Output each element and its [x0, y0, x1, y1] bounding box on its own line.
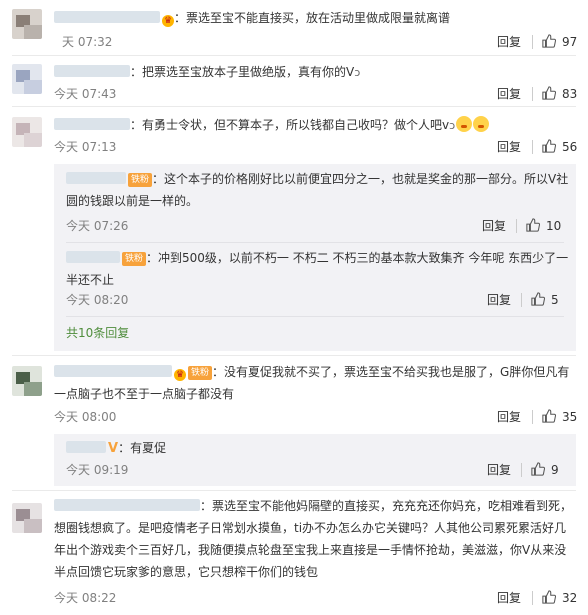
- username[interactable]: [54, 11, 160, 23]
- reply-list: V：有夏促 今天 09:19 回复 9: [54, 434, 576, 486]
- comment-text: ：没有夏促我就不买了，票选至宝不给买我也是服了，G胖你但凡有: [212, 365, 570, 379]
- like-button[interactable]: 9: [531, 462, 559, 478]
- reply-text: ：这个本子的价格刚好比以前便宜四分之一，也就是奖金的那一部分。所以V社: [152, 172, 569, 186]
- username[interactable]: [66, 441, 106, 453]
- comment-text: 半点回馈它玩家爹的意思，它只想榨干你们的钱包: [54, 565, 319, 579]
- comment-time: 今天 08:22: [54, 591, 117, 605]
- divider: [532, 410, 533, 424]
- divider: [532, 35, 533, 49]
- divider: [516, 219, 517, 233]
- like-button[interactable]: 83: [542, 86, 577, 102]
- reply-button[interactable]: 回复: [487, 462, 511, 478]
- divider: [532, 140, 533, 154]
- reply-button[interactable]: 回复: [497, 139, 521, 155]
- reply-button[interactable]: 回复: [497, 34, 521, 50]
- reply-button[interactable]: 回复: [497, 86, 521, 102]
- divider: [66, 316, 564, 317]
- like-button[interactable]: 35: [542, 409, 577, 425]
- reply-list: 铁粉 ：这个本子的价格刚好比以前便宜四分之一，也就是奖金的那一部分。所以V社 圆的…: [54, 164, 576, 351]
- reply-text: ：有夏促: [118, 441, 167, 455]
- thumb-up-icon: [542, 34, 556, 48]
- comment-text: ：票选至宝不能直接买，放在活动里做成限量就离谱: [174, 11, 451, 25]
- thumb-up-icon: [526, 218, 540, 232]
- username[interactable]: [66, 251, 120, 263]
- comment-item: ：把票选至宝放本子里做绝版，真有你的Vↄ 今天 07:43 回复 83: [0, 56, 588, 107]
- username[interactable]: [54, 65, 130, 77]
- crown-icon: ♛: [174, 369, 186, 381]
- avatar[interactable]: [12, 503, 42, 533]
- comment-text: 想圈钱想疯了。是吧疫情老子日常划水摸鱼，ti办不办怎么办它关键吗？人其他公司累死…: [54, 521, 567, 535]
- thumb-up-icon: [542, 139, 556, 153]
- emoji-icon: [456, 116, 473, 132]
- reply-time: 今天 08:20: [66, 293, 129, 307]
- like-count: 5: [551, 293, 559, 307]
- divider: [521, 463, 522, 477]
- more-replies-link[interactable]: 共10条回复: [66, 325, 129, 341]
- reply-button[interactable]: 回复: [497, 590, 521, 606]
- crown-icon: ♛: [162, 15, 174, 27]
- thumb-up-icon: [542, 590, 556, 604]
- avatar[interactable]: [12, 117, 42, 147]
- reply-time: 今天 09:19: [66, 463, 129, 477]
- like-count: 56: [562, 140, 578, 154]
- like-count: 10: [546, 219, 562, 233]
- reply-button[interactable]: 回复: [497, 409, 521, 425]
- comment-item: ：票选至宝不能他妈隔壁的直接买，充充充还你妈充，吃相难看到死， 想圈钱想疯了。是…: [0, 491, 588, 615]
- like-button[interactable]: 10: [526, 218, 561, 234]
- v-verified-icon: V: [108, 441, 119, 456]
- thumb-up-icon: [531, 292, 545, 306]
- reply-button[interactable]: 回复: [487, 292, 511, 308]
- reply-time: 今天 07:26: [66, 219, 129, 233]
- like-count: 35: [562, 410, 578, 424]
- username[interactable]: [54, 365, 172, 377]
- like-count: 32: [562, 591, 578, 605]
- reply-text: 半还不止: [66, 273, 115, 287]
- reply-text: ：冲到500级，以前不朽一 不朽二 不朽三的基本款大致集齐 今年呢 东西少了一: [146, 251, 569, 265]
- comment-text: 一点脑子也不至于一点脑子都没有: [54, 387, 235, 401]
- avatar[interactable]: [12, 366, 42, 396]
- divider: [66, 242, 564, 243]
- like-button[interactable]: 5: [531, 292, 559, 308]
- fan-badge: 铁粉: [128, 173, 153, 187]
- comment-item: ：有勇士令状，但不算本子，所以钱都自己收吗？做个人吧vↄ 今天 07:13 回复…: [0, 107, 588, 356]
- comment-text: 年出个游戏卖个三百好几，我随便摸点轮盘至宝我上来直接是一手情怀抢劫，美滋滋，你V…: [54, 543, 567, 557]
- username[interactable]: [54, 499, 200, 511]
- thumb-up-icon: [542, 409, 556, 423]
- comment-time: 今天 08:00: [54, 410, 117, 424]
- reply-text: 圆的钱跟以前是一样的。: [66, 194, 199, 208]
- comment-time: 今天 07:13: [54, 140, 117, 154]
- thumb-up-icon: [531, 462, 545, 476]
- comment-text: ：有勇士令状，但不算本子，所以钱都自己收吗？做个人吧v: [130, 118, 450, 132]
- like-button[interactable]: 32: [542, 590, 577, 606]
- fan-badge: 铁粉: [122, 252, 147, 266]
- avatar[interactable]: [12, 9, 42, 39]
- username[interactable]: [54, 118, 130, 130]
- avatar[interactable]: [12, 64, 42, 94]
- emoji-icon: ↄ: [449, 119, 456, 132]
- like-count: 83: [562, 87, 578, 101]
- fan-badge: 铁粉: [188, 366, 213, 380]
- emoji-icon: ↄ: [354, 66, 361, 79]
- divider: [521, 293, 522, 307]
- like-button[interactable]: 56: [542, 139, 577, 155]
- comment-text: ：把票选至宝放本子里做绝版，真有你的V: [130, 65, 355, 79]
- comment-item: ♛ 铁粉 ：没有夏促我就不买了，票选至宝不给买我也是服了，G胖你但凡有 一点脑子也不…: [0, 356, 588, 491]
- thumb-up-icon: [542, 86, 556, 100]
- comment-text: ：票选至宝不能他妈隔壁的直接买，充充充还你妈充，吃相难看到死，: [200, 499, 573, 513]
- like-button[interactable]: 97: [542, 34, 577, 50]
- comment-time: 天 07:32: [62, 35, 113, 49]
- like-count: 9: [551, 463, 559, 477]
- emoji-icon: [473, 116, 490, 132]
- divider: [532, 591, 533, 605]
- comment-time: 今天 07:43: [54, 87, 117, 101]
- like-count: 97: [562, 35, 578, 49]
- reply-button[interactable]: 回复: [482, 218, 506, 234]
- username[interactable]: [66, 172, 126, 184]
- divider: [532, 87, 533, 101]
- comment-item: ♛ ：票选至宝不能直接买，放在活动里做成限量就离谱 天 07:32 回复 97: [0, 0, 588, 56]
